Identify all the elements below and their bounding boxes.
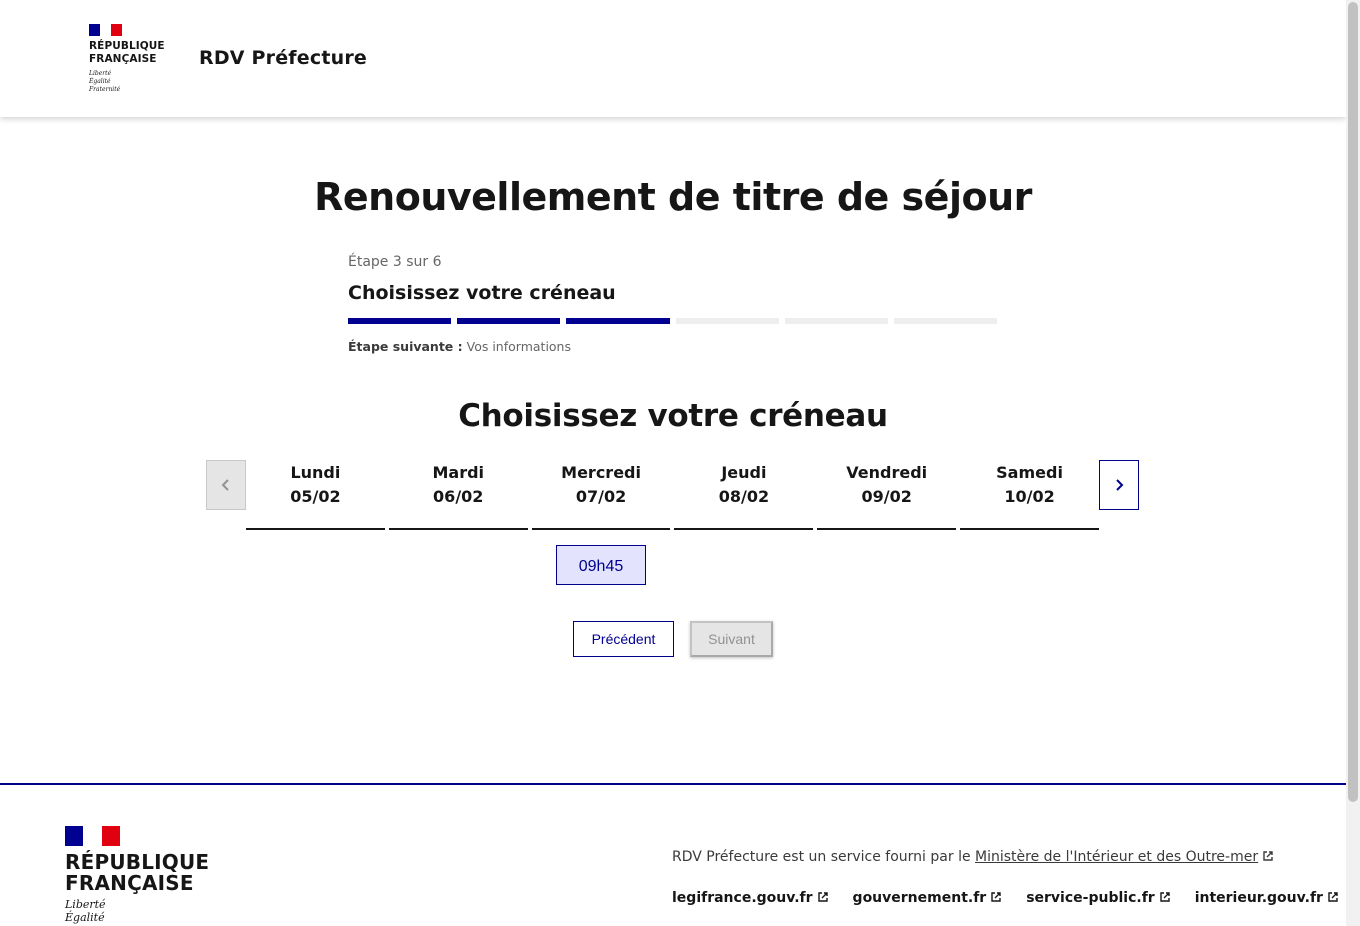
footer-link-interieur[interactable]: interieur.gouv.fr [1195, 890, 1339, 906]
republique-francaise-logo[interactable]: RÉPUBLIQUE FRANÇAISE Liberté Égalité Fra… [89, 24, 165, 94]
footer-links: legifrance.gouv.fr gouvernement.fr servi… [672, 890, 1339, 906]
motto-fraternite: Fraternité [89, 86, 121, 93]
day-name: Jeudi [721, 463, 767, 482]
day-column: Samedi 10/02 [960, 460, 1099, 530]
day-name: Vendredi [846, 463, 928, 482]
page-title: Renouvellement de titre de séjour [314, 175, 1032, 219]
site-header: RÉPUBLIQUE FRANÇAISE Liberté Égalité Fra… [0, 0, 1346, 117]
day-name: Samedi [996, 463, 1063, 482]
footer-motto: Liberté Égalité [65, 898, 209, 924]
day-date: 10/02 [1004, 487, 1055, 506]
time-slot-button[interactable]: 09h45 [556, 545, 646, 585]
footer-motto-liberte: Liberté [65, 898, 106, 911]
footer-link-legifrance[interactable]: legifrance.gouv.fr [672, 890, 829, 906]
next-days-button[interactable] [1099, 460, 1139, 510]
footer-link-gouvernement[interactable]: gouvernement.fr [853, 890, 1003, 906]
day-column: Vendredi 09/02 [817, 460, 957, 530]
day-date: 08/02 [718, 487, 770, 506]
step-count: Étape 3 sur 6 [348, 254, 442, 270]
previous-days-button[interactable] [206, 460, 246, 510]
external-link-icon [991, 892, 1001, 902]
marianne-logo [65, 826, 120, 846]
day-date: 09/02 [861, 487, 912, 506]
republic-line1: RÉPUBLIQUE [89, 40, 165, 52]
marianne-logo [89, 24, 122, 36]
chevron-right-icon [1116, 479, 1124, 491]
day-column: Lundi 05/02 [246, 460, 385, 530]
republique-francaise-footer-logo[interactable]: RÉPUBLIQUE FRANÇAISE Liberté Égalité [65, 826, 209, 924]
stepper-segment [784, 318, 888, 324]
next-step-value: Vos informations [466, 339, 571, 354]
footer-link-label: interieur.gouv.fr [1194, 890, 1323, 906]
stepper-progress [348, 318, 998, 324]
ministry-link[interactable]: Ministère de l'Intérieur et des Outre-me… [975, 849, 1274, 865]
day-column: Mercredi 07/02 [531, 460, 671, 530]
republic-name: RÉPUBLIQUE FRANÇAISE [89, 40, 165, 66]
external-link-icon [1328, 892, 1338, 902]
day-date: 05/02 [290, 487, 341, 506]
next-step-label: Étape suivante : [348, 339, 463, 354]
stepper-segment [893, 318, 998, 324]
footer-republic-name: RÉPUBLIQUE FRANÇAISE [65, 852, 209, 894]
stepper-segment [566, 318, 670, 324]
day-date: 06/02 [433, 487, 484, 506]
day-name: Mardi [432, 463, 485, 482]
footer-description-text: RDV Préfecture est un service fourni par… [672, 849, 971, 865]
next-button[interactable]: Suivant [690, 621, 773, 657]
day-name: Lundi [290, 463, 341, 482]
stepper-segment [457, 318, 561, 324]
day-column: Mardi 06/02 [388, 460, 528, 530]
page-scrollbar[interactable] [1346, 0, 1360, 926]
scrollbar-thumb[interactable] [1348, 2, 1358, 802]
section-title: Choisissez votre créneau [458, 398, 888, 434]
footer-link-service-public[interactable]: service-public.fr [1026, 890, 1170, 906]
footer-link-label: gouvernement.fr [852, 890, 987, 906]
next-step: Étape suivante : Vos informations [348, 339, 571, 354]
stepper-segment [675, 318, 779, 324]
external-link-icon [817, 892, 828, 902]
day-date: 07/02 [575, 487, 627, 506]
footer-link-label: legifrance.gouv.fr [672, 890, 813, 906]
motto: Liberté Égalité Fraternité [89, 70, 165, 94]
footer-description: RDV Préfecture est un service fourni par… [672, 849, 1274, 865]
motto-liberte: Liberté [89, 70, 112, 77]
step-title: Choisissez votre créneau [348, 282, 616, 304]
days-calendar: Lundi 05/02 Mardi 06/02 Mercredi 07/02 J… [246, 460, 1099, 530]
footer-republic-line2: FRANÇAISE [65, 871, 194, 895]
day-name: Mercredi [561, 463, 641, 482]
motto-egalite: Égalité [89, 78, 111, 85]
service-title[interactable]: RDV Préfecture [199, 47, 367, 69]
external-link-icon [1263, 851, 1273, 861]
footer-link-label: service-public.fr [1026, 890, 1155, 906]
site-footer: RÉPUBLIQUE FRANÇAISE Liberté Égalité RDV… [0, 783, 1346, 926]
external-link-icon [1159, 892, 1170, 902]
day-column: Jeudi 08/02 [674, 460, 814, 530]
republic-line2: FRANÇAISE [89, 53, 157, 65]
footer-republic-line1: RÉPUBLIQUE [65, 850, 210, 874]
footer-motto-egalite: Égalité [65, 911, 105, 924]
stepper-segment [348, 318, 452, 324]
chevron-left-icon [221, 479, 229, 491]
ministry-link-label: Ministère de l'Intérieur et des Outre-me… [975, 849, 1259, 865]
previous-button[interactable]: Précédent [573, 621, 674, 657]
